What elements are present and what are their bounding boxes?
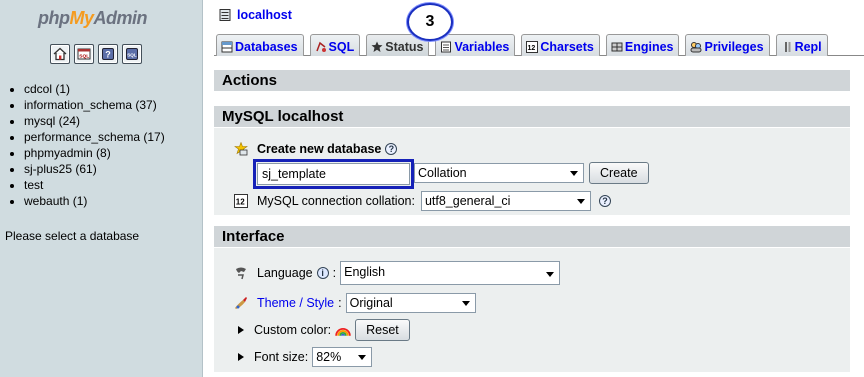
connection-collation-select[interactable]: utf8_general_ci bbox=[420, 191, 591, 211]
create-db-row: Create new database ? bbox=[234, 142, 398, 156]
logo-admin: Admin bbox=[93, 8, 148, 28]
language-label: Language bbox=[257, 266, 313, 280]
database-item[interactable]: sj-plus25 (61) bbox=[24, 161, 165, 177]
custom-color-label: Custom color: bbox=[254, 323, 332, 337]
phpmyadmin-logo[interactable]: phpMyAdmin bbox=[38, 8, 178, 32]
collation-select-value: Collation bbox=[418, 166, 467, 180]
database-item[interactable]: cdcol (1) bbox=[24, 81, 165, 97]
connection-collation-row: 12 MySQL connection collation: utf8_gene… bbox=[234, 191, 611, 211]
font-size-value: 82% bbox=[316, 350, 342, 364]
mysql-section-heading: MySQL localhost bbox=[214, 105, 850, 127]
interface-heading: Interface bbox=[214, 225, 850, 247]
database-name-input[interactable] bbox=[253, 159, 414, 189]
server-tabs: Databases SQL Status Variables 12 Charse… bbox=[214, 34, 864, 56]
font-size-label: Font size: bbox=[254, 350, 309, 364]
create-db-label: Create new database bbox=[257, 142, 382, 156]
language-select[interactable]: English bbox=[340, 261, 561, 285]
collation-icon: 12 bbox=[234, 194, 248, 208]
status-icon bbox=[371, 41, 383, 52]
connection-collation-value: utf8_general_ci bbox=[424, 194, 511, 208]
logo-my: My bbox=[69, 8, 95, 28]
logo-php: php bbox=[38, 8, 70, 28]
tab-label: Status bbox=[385, 39, 424, 54]
reset-button[interactable]: Reset bbox=[355, 319, 410, 341]
language-value: English bbox=[344, 265, 386, 279]
theme-select[interactable]: Original bbox=[345, 293, 476, 313]
tab-label: Engines bbox=[624, 39, 674, 54]
select-database-hint: Please select a database bbox=[5, 229, 140, 243]
chevron-down-icon bbox=[576, 199, 585, 204]
svg-text:SQL: SQL bbox=[79, 54, 89, 60]
sql-icon bbox=[315, 41, 326, 52]
database-item[interactable]: mysql (24) bbox=[24, 113, 165, 129]
database-item[interactable]: phpmyadmin (8) bbox=[24, 145, 165, 161]
tab-engines[interactable]: Engines bbox=[605, 34, 680, 56]
help-icon[interactable]: ? bbox=[385, 143, 398, 155]
tab-databases[interactable]: Databases bbox=[216, 34, 304, 56]
engines-icon bbox=[611, 42, 623, 51]
theme-value: Original bbox=[349, 296, 393, 310]
variables-icon bbox=[441, 41, 452, 52]
privileges-icon bbox=[690, 41, 702, 52]
tab-replication[interactable]: Repl bbox=[775, 34, 828, 56]
font-size-select[interactable]: 82% bbox=[312, 347, 373, 367]
chevron-down-icon bbox=[546, 272, 555, 277]
sql-docs-icon[interactable]: SQL bbox=[122, 44, 142, 64]
language-icon bbox=[236, 267, 246, 280]
expand-arrow-icon[interactable] bbox=[238, 326, 244, 334]
chevron-down-icon bbox=[461, 301, 470, 306]
chevron-down-icon bbox=[358, 355, 367, 360]
database-list: cdcol (1) information_schema (37) mysql … bbox=[8, 81, 165, 209]
tab-label: Databases bbox=[235, 39, 298, 54]
tab-charsets[interactable]: 12 Charsets bbox=[521, 34, 600, 56]
svg-text:12: 12 bbox=[528, 45, 536, 52]
navigation-panel: phpMyAdmin SQL ? SQL cdcol (1) informati… bbox=[0, 0, 203, 377]
collation-select[interactable]: Collation bbox=[414, 163, 584, 183]
info-icon[interactable]: i bbox=[316, 267, 329, 279]
connection-collation-label: MySQL connection collation: bbox=[257, 194, 415, 208]
theme-row: Theme / Style: Original bbox=[234, 293, 476, 313]
tab-privileges[interactable]: Privileges bbox=[685, 34, 770, 56]
server-breadcrumb[interactable]: localhost bbox=[218, 8, 292, 22]
create-button[interactable]: Create bbox=[589, 162, 649, 184]
database-item[interactable]: webauth (1) bbox=[24, 193, 165, 209]
svg-text:12: 12 bbox=[236, 198, 245, 207]
tab-sql[interactable]: SQL bbox=[309, 34, 361, 56]
tab-label: Repl bbox=[794, 39, 822, 54]
charsets-icon: 12 bbox=[526, 40, 539, 53]
theme-style-link[interactable]: Theme / Style bbox=[257, 296, 334, 310]
language-row: Language i : English bbox=[234, 261, 561, 285]
help-icon[interactable]: ? bbox=[598, 195, 611, 207]
theme-icon bbox=[235, 297, 247, 309]
svg-text:?: ? bbox=[105, 50, 111, 60]
font-size-row: Font size: 82% bbox=[234, 347, 373, 367]
step-badge: 3 bbox=[407, 3, 453, 41]
tab-variables[interactable]: Variables bbox=[435, 34, 516, 56]
tab-label: SQL bbox=[328, 39, 355, 54]
custom-color-row: Custom color: Reset bbox=[234, 319, 410, 341]
help-icon[interactable]: ? bbox=[98, 44, 118, 64]
databases-icon bbox=[221, 41, 233, 52]
new-database-icon bbox=[234, 142, 248, 156]
expand-arrow-icon[interactable] bbox=[238, 353, 244, 361]
quick-icons: SQL ? SQL bbox=[50, 44, 142, 66]
actions-heading: Actions bbox=[214, 69, 850, 91]
home-icon[interactable] bbox=[50, 44, 70, 64]
tab-label: Variables bbox=[454, 39, 510, 54]
server-label: localhost bbox=[237, 8, 292, 22]
tab-label: Privileges bbox=[704, 39, 764, 54]
main-content: localhost Databases SQL Status Variables… bbox=[204, 0, 864, 377]
chevron-down-icon bbox=[570, 171, 578, 176]
tab-label: Charsets bbox=[540, 39, 594, 54]
database-item[interactable]: test bbox=[24, 177, 165, 193]
database-item[interactable]: performance_schema (17) bbox=[24, 129, 165, 145]
replication-icon bbox=[784, 41, 791, 52]
sql-query-icon[interactable]: SQL bbox=[74, 44, 94, 64]
server-icon bbox=[219, 9, 231, 21]
database-item[interactable]: information_schema (37) bbox=[24, 97, 165, 113]
svg-text:SQL: SQL bbox=[127, 52, 137, 57]
theme-colon: : bbox=[338, 296, 342, 310]
rainbow-icon[interactable] bbox=[335, 322, 351, 338]
